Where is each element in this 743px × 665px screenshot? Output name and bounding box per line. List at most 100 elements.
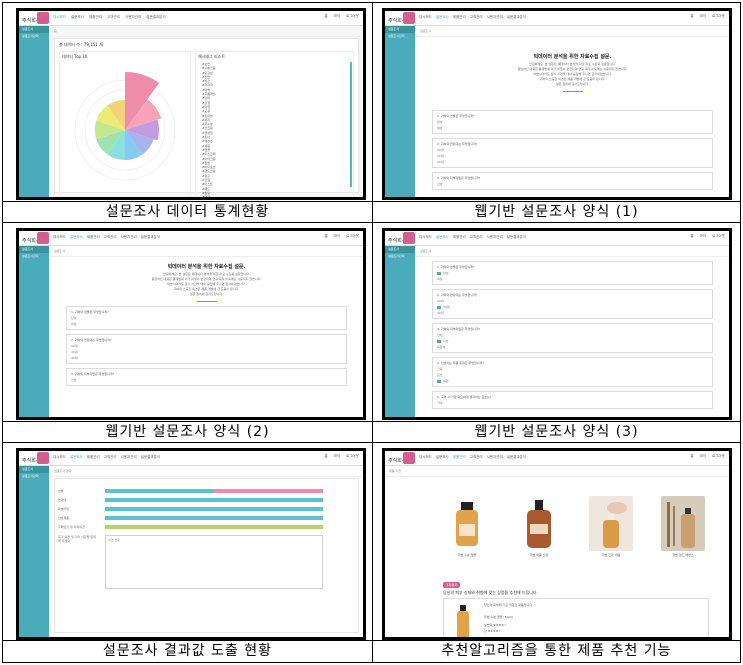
nav-users[interactable]: 사용자관리 [487, 235, 503, 239]
sidebar-item-survey-admin[interactable]: 설문조사관리 [385, 253, 415, 260]
nav-users[interactable]: 사용자관리 [487, 15, 503, 19]
option[interactable]: 40대 [437, 310, 708, 316]
nav-customers[interactable]: 고객관리 [104, 235, 117, 239]
home-icon[interactable]: 홈 [690, 234, 693, 238]
nav-dashboard[interactable]: 대시보드 [53, 455, 66, 459]
checkbox-icon[interactable] [437, 305, 441, 309]
nav-users[interactable]: 사용자관리 [121, 235, 137, 239]
sidebar-item-survey-admin[interactable]: 설문조사관리 [385, 33, 415, 40]
nav-products[interactable]: 제품관리 [453, 455, 466, 459]
home-icon[interactable]: 홈 [690, 14, 693, 18]
nav-analysis[interactable]: 설문결과분석 [141, 455, 160, 459]
nav-survey[interactable]: 설문조사 [70, 235, 83, 239]
option[interactable]: 여성 [437, 276, 708, 282]
logout-icon[interactable]: 로그아웃 [346, 234, 359, 238]
nav-dashboard[interactable]: 대시보드 [419, 235, 432, 239]
survey-title: 빅데이터 분석을 위한 자료수집 설문. [167, 264, 246, 270]
nav-users[interactable]: 사용자관리 [487, 455, 503, 459]
user-icon[interactable]: 마이 [700, 454, 706, 458]
nav-users[interactable]: 사용자관리 [121, 455, 137, 459]
option[interactable]: 세럼 [437, 378, 708, 384]
logout-icon[interactable]: 로그아웃 [346, 14, 359, 18]
sidebar-item-survey[interactable]: 설문조사 [19, 246, 49, 253]
nav-products[interactable]: 제품관리 [87, 455, 100, 459]
option[interactable]: 건성 [71, 377, 342, 383]
nav-customers[interactable]: 고객관리 [470, 15, 483, 19]
logout-icon[interactable]: 로그아웃 [346, 454, 359, 458]
checkbox-icon[interactable] [437, 271, 441, 275]
nav-analysis[interactable]: 설문결과분석 [507, 15, 526, 19]
nav-analysis[interactable]: 설문결과분석 [141, 235, 160, 239]
table-divider [3, 222, 740, 223]
nav-survey[interactable]: 설문조사 [436, 455, 449, 459]
opinion-textarea[interactable]: 의견 없음 [105, 535, 323, 589]
nav-survey[interactable]: 설문조사 [70, 455, 83, 459]
option[interactable]: 40대 [71, 355, 342, 361]
nav-customers[interactable]: 고객관리 [470, 235, 483, 239]
nav-dashboard[interactable]: 대시보드 [53, 235, 66, 239]
sidebar-item-survey[interactable]: 설문조사 [385, 246, 415, 253]
option[interactable]: 복합성 [437, 344, 708, 350]
nav-products[interactable]: 제품관리 [87, 235, 100, 239]
nav-analysis[interactable]: 설문결과분석 [507, 455, 526, 459]
home-icon[interactable]: 홈 [690, 454, 693, 458]
sidebar-item-survey[interactable]: 설문조사 [19, 466, 49, 473]
logout-icon[interactable]: 로그아웃 [712, 234, 725, 238]
user-icon[interactable]: 마이 [334, 454, 340, 458]
nav-dashboard[interactable]: 대시보드 [419, 15, 432, 19]
sidebar-item-survey[interactable]: 설문조사 [385, 26, 415, 33]
question-card: 1. 귀하의 성별은 무엇입니까? 남성 여성 [66, 306, 347, 330]
checkbox-icon[interactable] [437, 379, 441, 383]
nav-survey[interactable]: 설문조사 [436, 15, 449, 19]
survey-title: 빅데이터 분석을 위한 자료수집 설문. [533, 54, 612, 60]
product-image[interactable] [445, 496, 489, 551]
sidebar-item-survey-admin[interactable]: 설문조사관리 [19, 33, 49, 40]
nav-customers[interactable]: 고객관리 [104, 455, 117, 459]
option[interactable]: 40대 [437, 159, 708, 165]
home-icon[interactable]: 홈 [324, 14, 327, 18]
result-label: 피부타입 [58, 507, 70, 511]
detail-name: 윌썸 수분 앰플 (50ml) [484, 615, 514, 619]
sidebar-item-survey-admin[interactable]: 설문조사관리 [19, 473, 49, 480]
nav-products[interactable]: 제품관리 [89, 15, 102, 19]
checkbox-icon[interactable] [437, 339, 441, 343]
logo: 주식회사윌썸 [22, 232, 50, 244]
nav-dashboard[interactable]: 대시보드 [53, 15, 66, 19]
nav-survey[interactable]: 설문조사 [436, 235, 449, 239]
nav-analysis[interactable]: 설문결과분석 [146, 15, 165, 19]
textarea-label: 추가 의견 및 기타 사항을 입력해 주세요 [58, 535, 96, 543]
breadcrumb: 설문조사 결과 [50, 466, 363, 477]
product-image[interactable] [661, 496, 705, 551]
home-icon[interactable]: 홈 [324, 234, 327, 238]
option[interactable]: 여성 [71, 321, 342, 327]
result-bar [105, 489, 213, 493]
user-icon[interactable]: 마이 [334, 14, 340, 18]
nav-analysis[interactable]: 설문결과분석 [507, 235, 526, 239]
nav-survey[interactable]: 설문조사 [71, 15, 84, 19]
product-image[interactable] [589, 496, 633, 551]
breadcrumb: 설문조사 [50, 246, 363, 257]
logout-icon[interactable]: 로그아웃 [712, 454, 725, 458]
option[interactable]: 가격 [437, 400, 708, 406]
nav-dashboard[interactable]: 대시보드 [419, 455, 432, 459]
sidebar-item-survey-admin[interactable]: 설문조사관리 [19, 253, 49, 260]
nav-products[interactable]: 제품관리 [453, 235, 466, 239]
nav-users[interactable]: 사용자관리 [125, 15, 141, 19]
result-bar [105, 498, 323, 502]
rating: 향 ★★★★☆ [484, 629, 502, 633]
logout-icon[interactable]: 로그아웃 [712, 14, 725, 18]
option[interactable]: 건성 [437, 181, 708, 187]
scrollbar[interactable] [350, 62, 352, 187]
home-icon[interactable]: 홈 [324, 454, 327, 458]
sidebar-item-survey[interactable]: 설문조사 [19, 26, 49, 33]
user-icon[interactable]: 마이 [700, 234, 706, 238]
product-image[interactable] [517, 496, 561, 551]
option[interactable]: 여성 [437, 125, 708, 131]
caption-2: 웹기반 설문조사 양식 (1) [474, 204, 639, 220]
user-icon[interactable]: 마이 [700, 14, 706, 18]
nav-products[interactable]: 제품관리 [453, 15, 466, 19]
nav-customers[interactable]: 고객관리 [470, 455, 483, 459]
chart-title: 데이터 Top 10 [62, 54, 88, 59]
nav-customers[interactable]: 고객관리 [107, 15, 120, 19]
user-icon[interactable]: 마이 [334, 234, 340, 238]
